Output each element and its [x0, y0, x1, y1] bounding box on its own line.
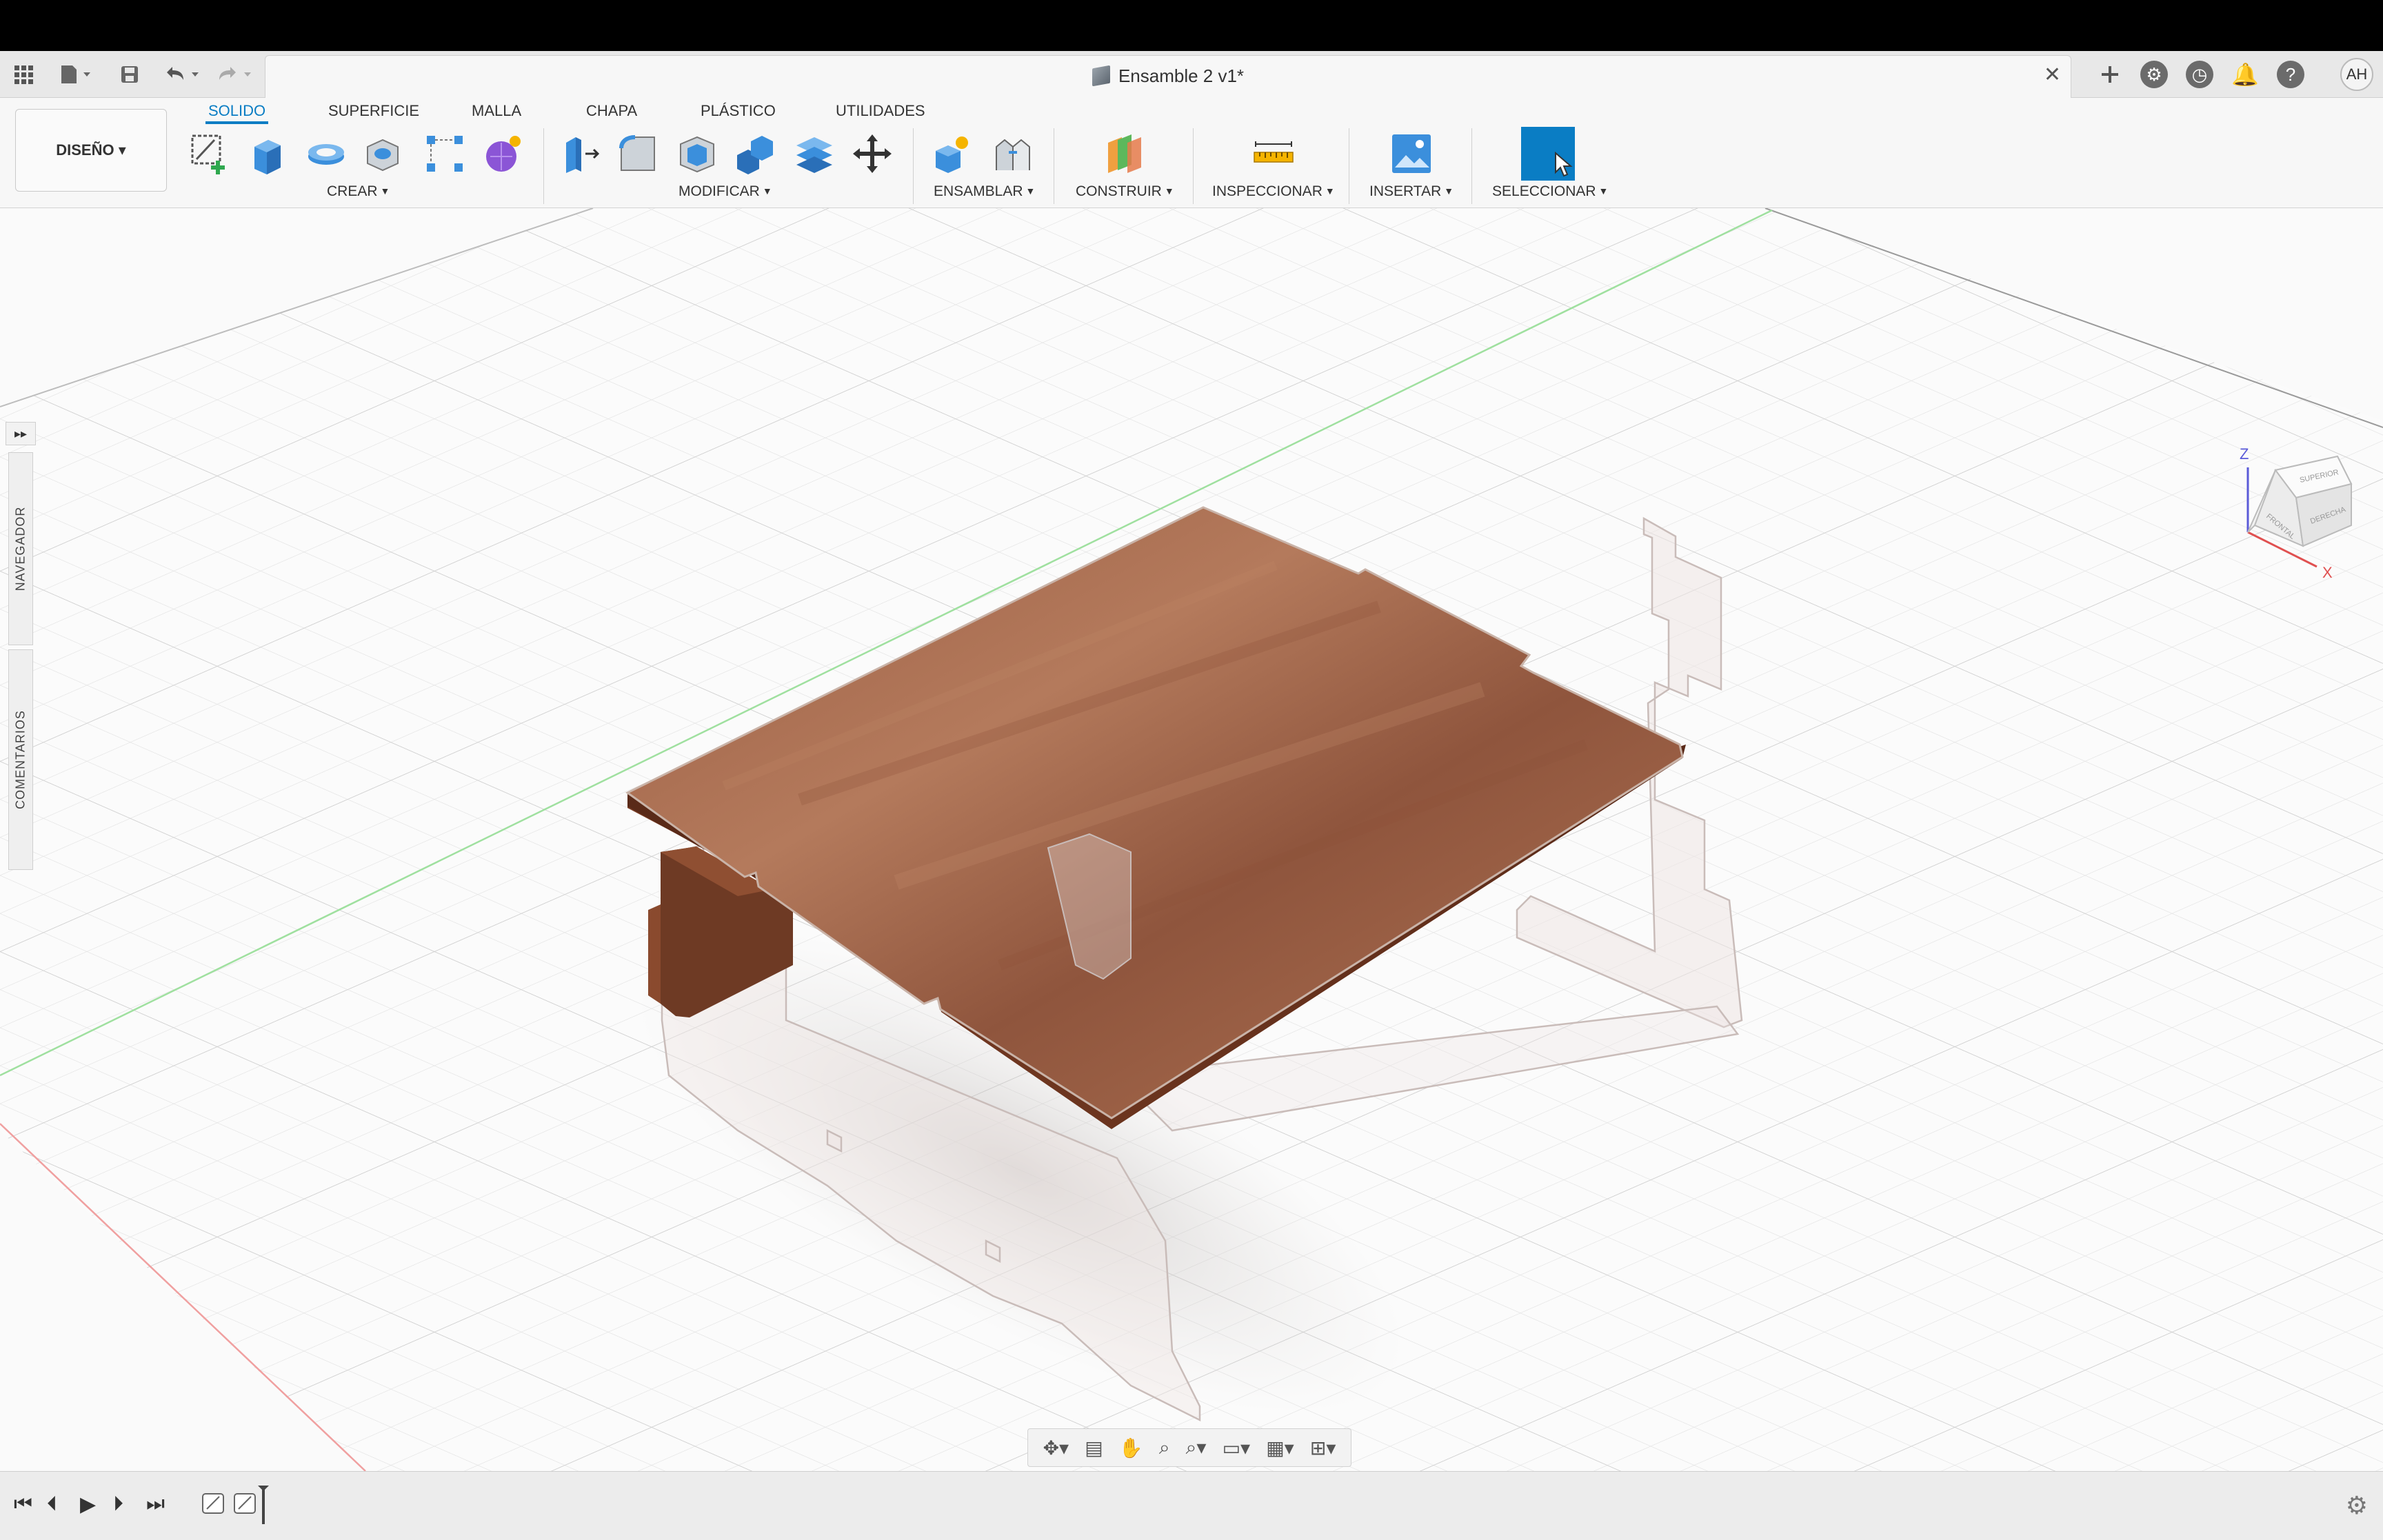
- group-construir-label: CONSTRUIR: [1076, 183, 1162, 199]
- tab-solido[interactable]: SOLIDO: [205, 98, 269, 124]
- help-icon[interactable]: ?: [2277, 61, 2304, 88]
- fillet-icon[interactable]: [614, 130, 662, 178]
- chevron-down-icon: ▼: [1444, 185, 1454, 196]
- group-construir[interactable]: CONSTRUIR ▼: [1076, 183, 1174, 200]
- zoom-window-icon[interactable]: ⌕▾: [1186, 1436, 1207, 1459]
- group-divider: [1193, 128, 1194, 204]
- group-seleccionar[interactable]: SELECCIONAR ▼: [1492, 183, 1608, 200]
- new-component-icon[interactable]: [928, 130, 976, 178]
- group-inspeccionar[interactable]: INSPECCIONAR ▼: [1212, 183, 1335, 200]
- group-ensamblar-label: ENSAMBLAR: [934, 183, 1023, 199]
- step-forward-icon[interactable]: ⏵: [113, 1492, 123, 1516]
- group-divider: [913, 128, 914, 204]
- insert-image-icon[interactable]: [1387, 130, 1436, 178]
- create-sketch-icon[interactable]: [186, 130, 234, 178]
- workspace-selector-button[interactable]: DISEÑO ▾: [15, 109, 167, 192]
- comments-label: COMENTARIOS: [13, 710, 28, 809]
- chevron-down-icon: ▼: [380, 185, 390, 196]
- grid-settings-icon[interactable]: ▦▾: [1266, 1437, 1294, 1459]
- group-seleccionar-label: SELECCIONAR: [1492, 183, 1596, 199]
- chevron-down-icon: ▼: [1164, 185, 1174, 196]
- revolve-icon[interactable]: [302, 130, 350, 178]
- tab-superficie[interactable]: SUPERFICIE: [325, 98, 422, 124]
- user-avatar[interactable]: AH: [2340, 58, 2373, 91]
- viewcube-x-label: X: [2322, 564, 2333, 580]
- 3d-viewport[interactable]: ▸▸ NAVEGADOR COMENTARIOS Z X SUPERIOR FR…: [0, 208, 2383, 1471]
- go-to-end-icon[interactable]: ⏭: [146, 1492, 165, 1516]
- joint-icon[interactable]: [989, 130, 1037, 178]
- tab-malla[interactable]: MALLA: [469, 98, 524, 124]
- timeline-feature-2-icon[interactable]: [232, 1490, 259, 1523]
- measure-icon[interactable]: [1249, 130, 1298, 178]
- redo-icon[interactable]: [215, 61, 257, 88]
- group-inspeccionar-label: INSPECCIONAR: [1212, 183, 1323, 199]
- group-insertar-label: INSERTAR: [1369, 183, 1442, 199]
- navigator-tab[interactable]: NAVEGADOR: [8, 452, 33, 645]
- press-pull-icon[interactable]: [556, 130, 604, 178]
- look-at-icon[interactable]: ▤: [1085, 1437, 1103, 1459]
- chevron-down-icon: ▼: [762, 185, 772, 196]
- combine-icon[interactable]: [731, 130, 779, 178]
- pan-hand-icon[interactable]: ✋: [1119, 1437, 1143, 1459]
- expand-panel-icon[interactable]: ▸▸: [6, 422, 36, 445]
- save-icon[interactable]: [116, 61, 143, 88]
- shell-icon[interactable]: [673, 130, 721, 178]
- top-black-bar: [0, 0, 2383, 51]
- undo-icon[interactable]: [163, 61, 204, 88]
- tab-plastico[interactable]: PLÁSTICO: [698, 98, 778, 124]
- document-tab[interactable]: Ensamble 2 v1* ✕: [265, 55, 2071, 98]
- viewports-icon[interactable]: ⊞▾: [1310, 1437, 1336, 1459]
- navigation-bar: ✥▾ ▤ ✋ ⌕ ⌕▾ ▭▾ ▦▾ ⊞▾: [1027, 1428, 1351, 1467]
- tab-utilidades[interactable]: UTILIDADES: [833, 98, 928, 124]
- viewcube[interactable]: Z X SUPERIOR FRONTAL DERECHA: [2234, 443, 2358, 581]
- notifications-bell-icon[interactable]: 🔔: [2231, 61, 2259, 88]
- apps-grid-icon[interactable]: [10, 61, 37, 88]
- close-tab-icon[interactable]: ✕: [2044, 63, 2061, 87]
- display-settings-icon[interactable]: ▭▾: [1223, 1437, 1251, 1459]
- select-icon[interactable]: [1521, 127, 1575, 181]
- side-panel: ▸▸ NAVEGADOR COMENTARIOS: [6, 422, 36, 870]
- tab-chapa[interactable]: CHAPA: [583, 98, 640, 124]
- document-title: Ensamble 2 v1*: [1118, 65, 1245, 86]
- group-insertar[interactable]: INSERTAR ▼: [1369, 183, 1454, 200]
- extrude-icon[interactable]: [243, 130, 291, 178]
- hole-icon[interactable]: [359, 130, 407, 178]
- extensions-icon[interactable]: ⚙: [2140, 61, 2168, 88]
- pattern-icon[interactable]: [421, 130, 469, 178]
- zoom-icon[interactable]: ⌕: [1159, 1437, 1170, 1459]
- timeline-feature-1-icon[interactable]: [200, 1490, 228, 1523]
- split-body-icon[interactable]: [790, 130, 838, 178]
- title-bar: Ensamble 2 v1* ✕ ⚙ ◷ 🔔 ? AH: [0, 51, 2383, 98]
- group-divider: [1471, 128, 1472, 204]
- play-icon[interactable]: ▶: [80, 1492, 96, 1517]
- move-copy-icon[interactable]: [848, 130, 896, 178]
- navigator-label: NAVEGADOR: [13, 506, 28, 591]
- chevron-down-icon: ▼: [1025, 185, 1036, 196]
- document-cube-icon: [1092, 65, 1110, 87]
- group-crear[interactable]: CREAR ▼: [327, 183, 390, 200]
- go-to-start-icon[interactable]: ⏮: [14, 1492, 32, 1516]
- step-back-icon[interactable]: ⏴: [47, 1492, 57, 1516]
- group-ensamblar[interactable]: ENSAMBLAR ▼: [934, 183, 1035, 200]
- chevron-down-icon: ▼: [1598, 185, 1609, 196]
- timeline-marker-icon[interactable]: [257, 1484, 270, 1531]
- comments-tab[interactable]: COMENTARIOS: [8, 649, 33, 870]
- file-menu-icon[interactable]: [55, 61, 97, 88]
- group-crear-label: CREAR: [327, 183, 378, 199]
- orbit-icon[interactable]: ✥▾: [1043, 1437, 1069, 1459]
- job-status-icon[interactable]: ◷: [2186, 61, 2213, 88]
- chevron-down-icon: ▼: [1325, 185, 1335, 196]
- timeline-settings-gear-icon[interactable]: ⚙: [2346, 1491, 2368, 1520]
- group-divider: [543, 128, 544, 204]
- toolbar: DISEÑO ▾ SOLIDO SUPERFICIE MALLA CHAPA P…: [0, 98, 2383, 208]
- timeline: ⏮ ⏴ ▶ ⏵ ⏭ ⚙: [0, 1471, 2383, 1540]
- create-form-icon[interactable]: [479, 130, 527, 178]
- group-modificar-label: MODIFICAR: [678, 183, 760, 199]
- group-modificar[interactable]: MODIFICAR ▼: [678, 183, 772, 200]
- offset-plane-icon[interactable]: [1100, 130, 1149, 178]
- scene-canvas[interactable]: [0, 208, 2383, 1471]
- viewcube-z-label: Z: [2240, 445, 2249, 463]
- new-tab-plus-icon[interactable]: [2096, 61, 2124, 88]
